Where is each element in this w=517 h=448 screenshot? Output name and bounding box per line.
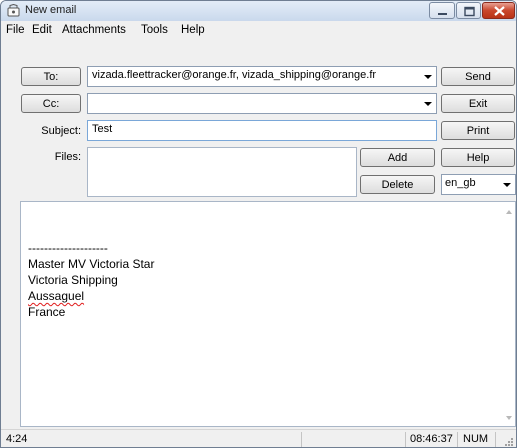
body-line-country: France bbox=[28, 305, 66, 319]
window-title: New email bbox=[25, 4, 77, 16]
status-separator bbox=[405, 432, 406, 447]
email-window: New email File Edit Attachments Tools He… bbox=[0, 0, 517, 448]
menu-attachments[interactable]: Attachments bbox=[62, 24, 126, 36]
body-line-separator: -------------------- bbox=[28, 241, 108, 255]
to-field-value: vizada.fleettracker@orange.fr, vizada_sh… bbox=[92, 69, 377, 81]
maximize-button[interactable] bbox=[456, 2, 481, 19]
scroll-up-icon[interactable] bbox=[506, 210, 512, 214]
subject-label: Subject: bbox=[41, 125, 81, 137]
close-icon bbox=[494, 6, 505, 16]
status-cursor-position: 4:24 bbox=[6, 433, 28, 445]
to-dropdown-arrow-icon[interactable] bbox=[424, 75, 432, 79]
body-line-master: Master MV Victoria Star bbox=[28, 257, 155, 271]
title-bar[interactable]: New email bbox=[1, 1, 516, 21]
menu-help[interactable]: Help bbox=[181, 24, 205, 36]
menu-tools[interactable]: Tools bbox=[141, 24, 168, 36]
status-separator bbox=[495, 432, 496, 447]
minimize-button[interactable] bbox=[429, 2, 455, 19]
to-button[interactable]: To: bbox=[21, 67, 81, 86]
menu-edit[interactable]: Edit bbox=[32, 24, 52, 36]
close-button[interactable] bbox=[482, 2, 515, 19]
subject-input-value: Test bbox=[92, 123, 113, 135]
status-separator bbox=[457, 432, 458, 447]
menu-file[interactable]: File bbox=[6, 24, 25, 36]
send-button[interactable]: Send bbox=[441, 67, 515, 86]
language-dropdown-arrow-icon[interactable] bbox=[503, 183, 511, 187]
files-list[interactable] bbox=[87, 147, 357, 197]
files-label: Files: bbox=[54, 151, 81, 163]
add-file-button[interactable]: Add bbox=[360, 148, 435, 167]
to-field[interactable]: vizada.fleettracker@orange.fr, vizada_sh… bbox=[87, 66, 437, 87]
cc-dropdown-arrow-icon[interactable] bbox=[424, 102, 432, 106]
delete-file-button[interactable]: Delete bbox=[360, 175, 435, 194]
cc-field[interactable] bbox=[87, 93, 437, 114]
scroll-down-icon[interactable] bbox=[506, 416, 512, 420]
message-body-text: -------------------- Master MV Victoria … bbox=[28, 240, 154, 320]
language-select-value: en_gb bbox=[445, 177, 476, 189]
message-body[interactable]: -------------------- Master MV Victoria … bbox=[20, 201, 516, 427]
mail-app-icon bbox=[7, 4, 20, 17]
help-button[interactable]: Help bbox=[441, 148, 515, 167]
status-time: 08:46:37 bbox=[410, 433, 453, 445]
menu-bar: File Edit Attachments Tools Help bbox=[1, 21, 516, 39]
cc-button[interactable]: Cc: bbox=[21, 94, 81, 113]
body-line-company: Victoria Shipping bbox=[28, 273, 118, 287]
resize-grip-icon[interactable] bbox=[503, 436, 514, 447]
maximize-icon bbox=[464, 6, 475, 17]
print-button[interactable]: Print bbox=[441, 121, 515, 140]
status-bar: 4:24 08:46:37 NUM bbox=[1, 429, 516, 447]
status-num-lock: NUM bbox=[463, 433, 489, 445]
minimize-icon bbox=[438, 13, 447, 15]
exit-button[interactable]: Exit bbox=[441, 94, 515, 113]
body-line-city: Aussaguel bbox=[28, 289, 85, 303]
subject-input[interactable]: Test bbox=[87, 120, 437, 141]
status-separator bbox=[301, 432, 302, 447]
